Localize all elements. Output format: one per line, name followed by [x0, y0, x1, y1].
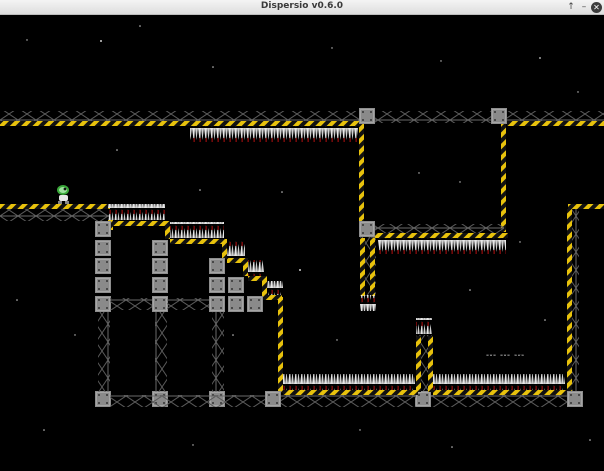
close-button[interactable]: ✕ [591, 2, 602, 13]
window-title: Dispersio v0.6.0 [260, 1, 344, 11]
ceiling-spikes [190, 126, 358, 142]
game-window: Dispersio v0.6.0 ↑ – ✕ ʷʷʷ ʷʷʷ ʷʷʷ [0, 0, 604, 467]
title-bar: Dispersio v0.6.0 ↑ – ✕ [0, 0, 604, 15]
hazard-strip [507, 121, 604, 126]
level-scene [0, 25, 604, 448]
minimize-button[interactable]: – [578, 1, 590, 13]
level-hint-text: ʷʷʷ ʷʷʷ ʷʷʷ [486, 354, 525, 360]
floor-spikes [283, 374, 415, 390]
hazard-strip [0, 121, 360, 126]
game-canvas[interactable]: ʷʷʷ ʷʷʷ ʷʷʷ [0, 15, 604, 467]
start-ledge [0, 204, 110, 209]
player-icon [57, 185, 69, 204]
maximize-button[interactable]: ↑ [565, 1, 577, 13]
